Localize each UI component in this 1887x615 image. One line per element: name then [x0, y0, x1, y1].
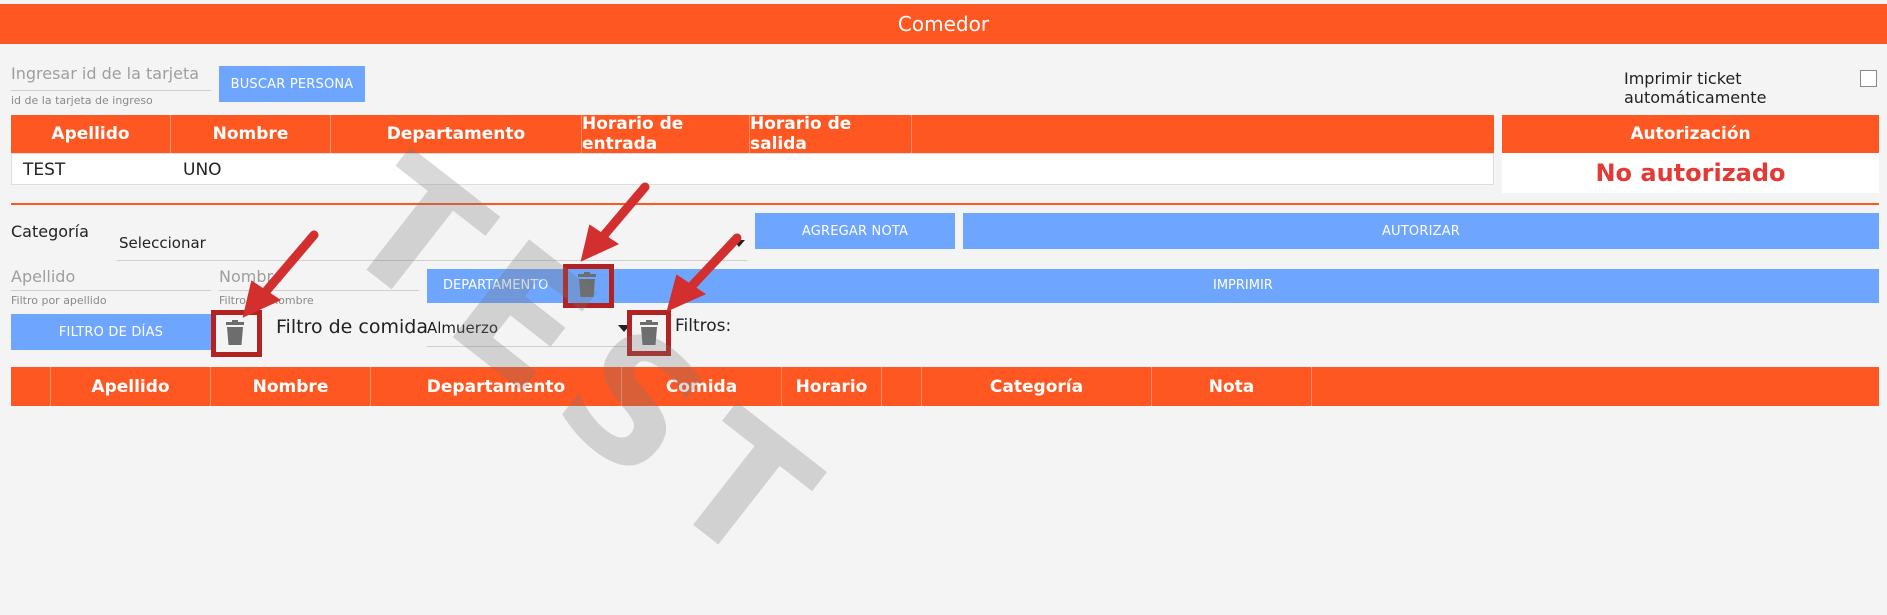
log-col-apellido: Apellido	[51, 367, 211, 406]
trash-icon[interactable]	[576, 272, 598, 302]
col-horario-entrada: Horario de entrada	[582, 114, 750, 154]
department-button[interactable]	[427, 269, 1879, 303]
person-table-row[interactable]: TEST UNO	[11, 153, 1494, 185]
chevron-down-icon	[733, 240, 745, 247]
title-bar: Comedor	[0, 4, 1887, 44]
trash-icon[interactable]	[638, 320, 660, 350]
nombre-filter-placeholder: Nombre	[219, 267, 283, 286]
print-button-label[interactable]: IMPRIMIR	[1213, 278, 1273, 293]
category-label: Categoría	[11, 222, 89, 241]
annotation-arrows	[242, 182, 742, 318]
filters-label: Filtros:	[675, 316, 732, 336]
food-filter-label: Filtro de comida	[276, 316, 428, 338]
log-col-empty	[882, 367, 922, 406]
person-table-header: Apellido Nombre Departamento Horario de …	[11, 114, 1494, 154]
category-select[interactable]: Seleccionar	[117, 228, 747, 261]
trash-icon[interactable]	[224, 320, 246, 350]
search-person-button[interactable]: BUSCAR PERSONA	[219, 66, 365, 102]
apellido-filter-placeholder: Apellido	[11, 267, 76, 286]
window-title: Comedor	[897, 12, 990, 36]
authorization-title: Autorización	[1630, 124, 1751, 144]
nombre-filter-input[interactable]: Nombre	[219, 267, 419, 291]
log-table-header: Apellido Nombre Departamento Comida Hora…	[11, 367, 1879, 406]
authorize-button[interactable]: AUTORIZAR	[963, 213, 1879, 249]
card-id-hint: id de la tarjeta de ingreso	[11, 94, 153, 107]
row-nombre: UNO	[183, 160, 222, 180]
log-col-comida: Comida	[622, 367, 782, 406]
food-filter-select[interactable]: Almuerzo	[427, 314, 630, 347]
card-id-placeholder: Ingresar id de la tarjeta	[11, 64, 200, 83]
apellido-filter-input[interactable]: Apellido	[11, 267, 211, 291]
card-id-input[interactable]: Ingresar id de la tarjeta	[11, 64, 211, 91]
log-col-categoria: Categoría	[922, 367, 1152, 406]
log-col-horario: Horario	[782, 367, 882, 406]
days-filter-button[interactable]: FILTRO DE DÍAS	[11, 314, 211, 350]
auto-print-label: Imprimir ticket automáticamente	[1624, 69, 1767, 107]
col-departamento: Departamento	[331, 115, 582, 153]
log-col-nota: Nota	[1152, 367, 1312, 406]
col-nombre: Nombre	[171, 115, 331, 153]
category-value: Seleccionar	[119, 234, 206, 252]
authorization-status: No autorizado	[1595, 159, 1786, 187]
nombre-filter-hint: Filtro por nombre	[219, 294, 314, 307]
section-divider	[11, 203, 1879, 205]
log-col-select	[11, 367, 51, 406]
log-col-nombre: Nombre	[211, 367, 371, 406]
department-button-label: DEPARTAMENTO	[443, 278, 549, 293]
food-filter-value: Almuerzo	[427, 319, 498, 337]
authorization-header: Autorización	[1502, 115, 1879, 153]
apellido-filter-hint: Filtro por apellido	[11, 294, 107, 307]
row-apellido: TEST	[23, 160, 66, 180]
add-note-button[interactable]: AGREGAR NOTA	[755, 213, 955, 249]
auto-print-checkbox[interactable]	[1860, 70, 1877, 87]
authorization-panel: No autorizado	[1502, 153, 1879, 193]
col-apellido: Apellido	[11, 115, 171, 153]
col-horario-salida: Horario de salida	[750, 114, 912, 154]
log-col-departamento: Departamento	[371, 367, 622, 406]
